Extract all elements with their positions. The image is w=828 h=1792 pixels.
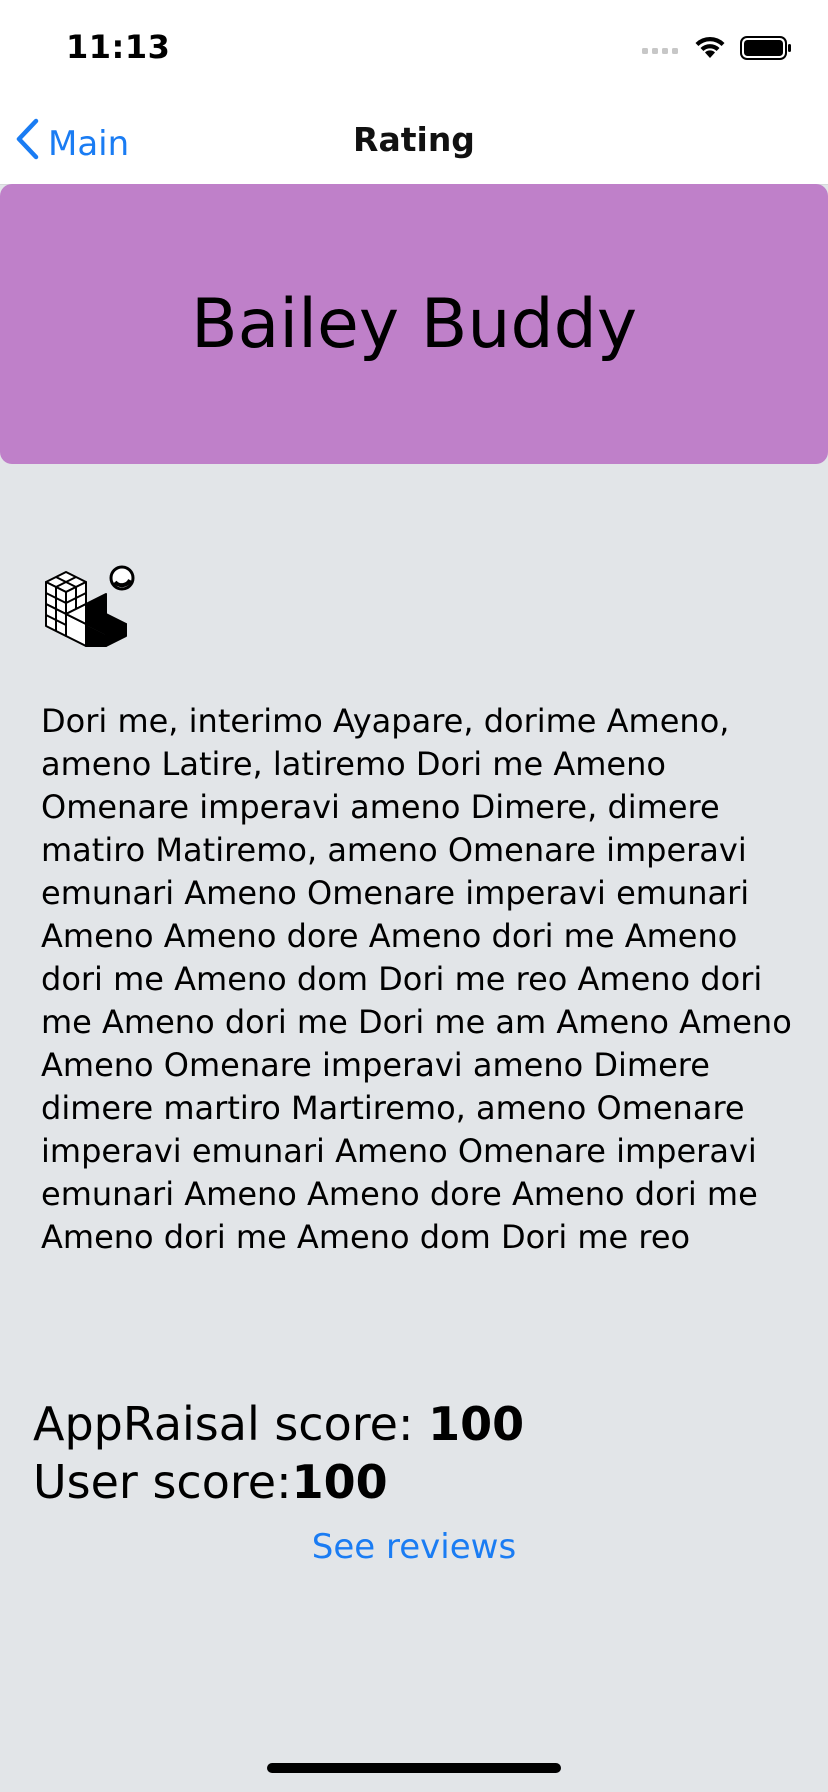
- app-title: Bailey Buddy: [190, 284, 638, 364]
- cube-blocks-icon: [38, 562, 138, 662]
- user-score-label: User score:: [33, 1455, 292, 1509]
- battery-icon: [740, 36, 792, 64]
- home-indicator[interactable]: [267, 1763, 561, 1773]
- user-score-value: 100: [291, 1455, 388, 1509]
- wifi-icon: [694, 36, 726, 64]
- scores-block: AppRaisal score: 100 User score:100: [33, 1395, 524, 1511]
- status-icons: [642, 36, 792, 64]
- cellular-signal-icon: [642, 41, 680, 60]
- navigation-bar: Main Rating: [0, 100, 828, 185]
- appraisal-score-value: 100: [428, 1397, 525, 1451]
- status-time: 11:13: [66, 28, 171, 66]
- see-reviews-button[interactable]: See reviews: [0, 1527, 828, 1567]
- status-bar: 11:13: [0, 0, 828, 100]
- page-title: Rating: [353, 120, 475, 159]
- user-score-row: User score:100: [33, 1453, 524, 1511]
- app-title-banner: Bailey Buddy: [0, 184, 828, 464]
- app-description: Dori me, interimo Ayapare, dorime Ameno,…: [41, 702, 792, 1256]
- appraisal-score-row: AppRaisal score: 100: [33, 1395, 524, 1453]
- appraisal-score-label: AppRaisal score:: [33, 1397, 429, 1451]
